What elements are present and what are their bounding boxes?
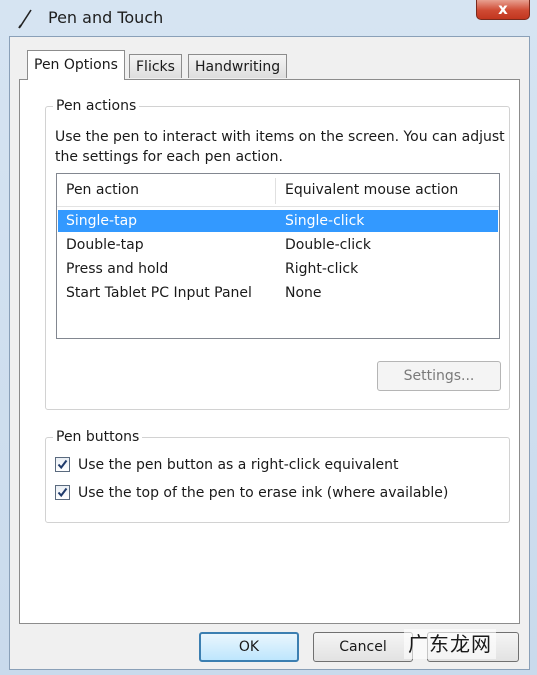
checkmark-icon [57, 459, 68, 470]
watermark-text: 广东龙网 [404, 629, 496, 659]
pen-icon [16, 7, 36, 29]
dialog-client-area: Pen Options Flicks Handwriting Pen actio… [9, 36, 530, 670]
column-header-pen-action[interactable]: Pen action [57, 174, 275, 206]
column-header-mouse-action[interactable]: Equivalent mouse action [276, 174, 498, 206]
pen-buttons-group: Pen buttons Use the pen button as a righ… [45, 428, 510, 523]
mouse-action-cell: Double-click [285, 237, 371, 253]
mouse-action-cell: Right-click [285, 261, 359, 277]
tab-handwriting[interactable]: Handwriting [188, 54, 288, 78]
list-item[interactable]: Single-tap Single-click [58, 210, 498, 232]
list-header: Pen action Equivalent mouse action [57, 174, 499, 207]
mouse-action-cell: None [285, 285, 322, 301]
tab-label: Handwriting [195, 59, 281, 75]
pen-action-cell: Single-tap [66, 213, 138, 229]
settings-button[interactable]: Settings... [377, 361, 501, 391]
pen-buttons-group-label: Pen buttons [53, 428, 143, 446]
erase-ink-label: Use the top of the pen to erase ink (whe… [78, 485, 449, 501]
pen-actions-group-label: Pen actions [53, 97, 140, 115]
erase-ink-checkbox[interactable] [55, 485, 70, 500]
checkmark-icon [57, 487, 68, 498]
pen-actions-group: Pen actions Use the pen to interact with… [45, 97, 510, 410]
pen-action-cell: Press and hold [66, 261, 169, 277]
list-item[interactable]: Double-tap Double-click [58, 234, 498, 256]
ok-button[interactable]: OK [199, 632, 299, 662]
pen-actions-list[interactable]: Pen action Equivalent mouse action Singl… [56, 173, 500, 339]
right-click-checkbox[interactable] [55, 457, 70, 472]
tab-label: Flicks [136, 59, 175, 75]
pen-action-cell: Start Tablet PC Input Panel [66, 285, 252, 301]
title-bar[interactable]: Pen and Touch x [0, 0, 537, 36]
mouse-action-cell: Single-click [285, 213, 365, 229]
list-item[interactable]: Press and hold Right-click [58, 258, 498, 280]
tab-pen-options[interactable]: Pen Options [27, 50, 125, 80]
close-icon: x [498, 0, 508, 18]
dialog-window: Pen and Touch x Pen Options Flicks Handw… [0, 0, 537, 675]
list-item[interactable]: Start Tablet PC Input Panel None [58, 282, 498, 304]
close-button[interactable]: x [476, 0, 530, 20]
pen-actions-description: Use the pen to interact with items on th… [55, 129, 505, 165]
pen-action-cell: Double-tap [66, 237, 144, 253]
right-click-label: Use the pen button as a right-click equi… [78, 457, 399, 473]
cancel-button[interactable]: Cancel [313, 632, 413, 662]
tab-panel-pen-options: Pen actions Use the pen to interact with… [19, 79, 520, 624]
tab-label: Pen Options [34, 57, 118, 73]
window-title: Pen and Touch [48, 8, 164, 27]
tab-flicks[interactable]: Flicks [129, 54, 182, 78]
